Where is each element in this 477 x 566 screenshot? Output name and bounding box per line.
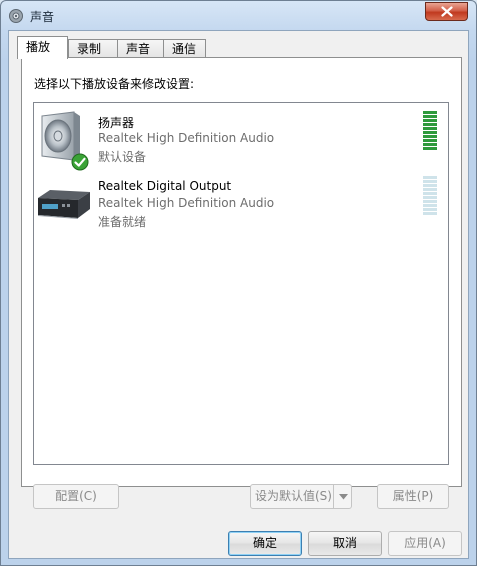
cancel-button-label: 取消 (332, 536, 357, 550)
tab-communications-label: 通信 (172, 42, 197, 56)
properties-button-label: 属性(P) (392, 489, 434, 503)
level-meter-segment (423, 139, 437, 142)
device-name: 扬声器 (98, 116, 135, 130)
tab-sounds-label: 声音 (126, 42, 151, 56)
level-meter-segment (423, 143, 437, 146)
close-button[interactable] (425, 2, 468, 21)
device-list[interactable]: 扬声器 Realtek High Definition Audio 默认设备 R… (33, 102, 449, 465)
level-meter-segment (423, 176, 437, 179)
ok-button[interactable]: 确定 (228, 531, 302, 556)
level-meter-segment (423, 208, 437, 211)
level-meter-segment (423, 131, 437, 134)
device-name: Realtek Digital Output (98, 179, 232, 193)
device-description: Realtek High Definition Audio (98, 131, 275, 145)
level-meter (423, 176, 437, 216)
speaker-app-icon (9, 9, 23, 23)
tab-recording[interactable]: 录制 (68, 39, 118, 59)
close-icon (440, 6, 453, 17)
level-meter-segment (423, 147, 437, 150)
level-meter-segment (423, 111, 437, 114)
device-item-digital-output[interactable]: Realtek Digital Output Realtek High Defi… (34, 172, 448, 236)
level-meter-segment (423, 180, 437, 183)
tab-playback-label: 播放 (26, 40, 51, 54)
tab-playback[interactable]: 播放 (17, 36, 68, 59)
device-status: 默认设备 (98, 150, 147, 164)
level-meter-segment (423, 184, 437, 187)
tab-communications[interactable]: 通信 (163, 39, 206, 59)
set-default-dropdown-arrow[interactable] (333, 485, 352, 508)
level-meter (423, 111, 437, 151)
tab-sounds[interactable]: 声音 (117, 39, 164, 59)
level-meter-segment (423, 115, 437, 118)
dialog-client-area: 播放 录制 声音 通信 选择以下播放设备来修改设置: 扬声器 Realtek H… (8, 30, 469, 559)
apply-button[interactable]: 应用(A) (388, 531, 462, 556)
level-meter-segment (423, 188, 437, 191)
properties-button[interactable]: 属性(P) (377, 484, 449, 509)
level-meter-segment (423, 135, 437, 138)
level-meter-segment (423, 127, 437, 130)
apply-button-label: 应用(A) (404, 536, 446, 550)
level-meter-segment (423, 123, 437, 126)
device-item-speakers[interactable]: 扬声器 Realtek High Definition Audio 默认设备 (34, 107, 448, 171)
set-default-button-label: 设为默认值(S) (255, 489, 332, 503)
level-meter-segment (423, 196, 437, 199)
playback-panel: 选择以下播放设备来修改设置: 扬声器 Realtek High Definiti… (21, 57, 462, 509)
instruction-text: 选择以下播放设备来修改设置: (34, 77, 195, 91)
digital-output-device-icon (38, 190, 90, 219)
level-meter-segment (423, 212, 437, 215)
level-meter-segment (423, 192, 437, 195)
level-meter-segment (423, 200, 437, 203)
default-device-check-icon (71, 153, 89, 171)
set-default-split-button[interactable]: 设为默认值(S) (250, 484, 352, 509)
title-bar[interactable]: 声音 (1, 1, 476, 29)
device-status: 准备就绪 (98, 215, 147, 229)
cancel-button[interactable]: 取消 (308, 531, 382, 556)
level-meter-segment (423, 119, 437, 122)
window-title: 声音 (30, 10, 55, 24)
configure-button-label: 配置(C) (55, 489, 97, 503)
configure-button[interactable]: 配置(C) (33, 484, 119, 509)
level-meter-segment (423, 204, 437, 207)
ok-button-label: 确定 (252, 536, 277, 550)
chevron-down-icon (338, 493, 348, 499)
device-description: Realtek High Definition Audio (98, 196, 275, 210)
sound-dialog-window: 声音 播放 录制 声音 通信 选择以下播放设备来修改设置: 扬声器 Realte… (0, 0, 477, 566)
tab-recording-label: 录制 (77, 42, 102, 56)
